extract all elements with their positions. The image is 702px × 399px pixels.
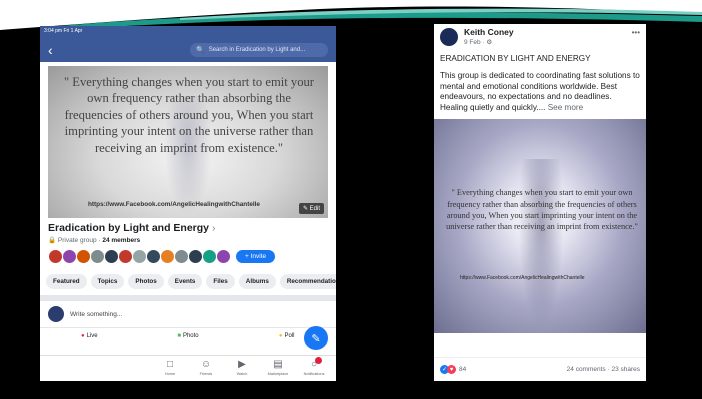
nav-notifications[interactable]: ○ Notifications bbox=[296, 356, 332, 381]
live-button[interactable]: ● Live bbox=[40, 333, 139, 339]
bell-icon: ○ bbox=[310, 357, 323, 370]
more-options-icon[interactable]: ••• bbox=[632, 28, 640, 37]
group-post-screenshot: Keith Coney 9 Feb · ⚙ ••• ERADICATION BY… bbox=[434, 24, 646, 381]
cover-quote: " Everything changes when you start to e… bbox=[64, 75, 314, 155]
invite-button[interactable]: + Invite bbox=[236, 250, 276, 263]
search-icon: 🔍 bbox=[196, 47, 205, 54]
group-info: Eradication by Light and Energy › 🔒 Priv… bbox=[40, 218, 336, 268]
group-name[interactable]: Eradication by Light and Energy › bbox=[48, 222, 328, 234]
post-title: ERADICATION BY LIGHT AND ENERGY bbox=[440, 54, 591, 63]
member-avatar[interactable] bbox=[48, 249, 63, 264]
friends-icon: ☺ bbox=[200, 359, 212, 370]
pencil-icon: ✎ bbox=[302, 206, 308, 212]
watch-icon: ▶ bbox=[238, 359, 246, 370]
tab-featured[interactable]: Featured bbox=[46, 274, 87, 289]
cover-url: https://www.Facebook.com/AngelicHealingw… bbox=[88, 201, 260, 208]
live-video-icon: ● bbox=[81, 332, 85, 339]
search-placeholder: Search in Eradication by Light and... bbox=[208, 47, 306, 53]
edit-cover-label: Edit bbox=[309, 206, 320, 212]
poll-label: Poll bbox=[284, 332, 295, 339]
back-arrow-icon[interactable]: ‹ bbox=[48, 42, 68, 58]
group-page-screenshot: 3:04 pm Fri 1 Apr ‹ 🔍 Search in Eradicat… bbox=[40, 26, 336, 381]
photo-icon: ■ bbox=[177, 332, 181, 339]
reactions[interactable]: ✓ ♥ 84 bbox=[440, 365, 466, 374]
tab-events[interactable]: Events bbox=[167, 274, 203, 289]
compose-fab-button[interactable]: ✎ bbox=[304, 326, 328, 350]
member-avatar[interactable] bbox=[76, 249, 91, 264]
nav-home[interactable]: □ Home bbox=[152, 356, 188, 381]
chevron-right-icon: › bbox=[211, 222, 216, 234]
member-avatar[interactable] bbox=[118, 249, 133, 264]
status-bar: 3:04 pm Fri 1 Apr bbox=[40, 26, 336, 38]
nav-watch-label: Watch bbox=[236, 372, 248, 376]
member-avatar[interactable] bbox=[216, 249, 231, 264]
member-avatars[interactable]: + Invite bbox=[48, 249, 328, 264]
post-header: Keith Coney 9 Feb · ⚙ ••• bbox=[434, 24, 646, 50]
compose-icon: ✎ bbox=[311, 332, 321, 345]
member-avatar[interactable] bbox=[174, 249, 189, 264]
member-avatar[interactable] bbox=[62, 249, 77, 264]
nav-friends-label: Friends bbox=[199, 372, 213, 376]
group-privacy: Private group bbox=[57, 237, 97, 244]
home-icon: □ bbox=[166, 359, 174, 370]
live-label: Live bbox=[86, 332, 98, 339]
edit-cover-button[interactable]: ✎ Edit bbox=[298, 203, 324, 214]
nav-watch[interactable]: ▶ Watch bbox=[224, 356, 260, 381]
member-avatar[interactable] bbox=[146, 249, 161, 264]
photo-label: Photo bbox=[182, 332, 199, 339]
tab-files[interactable]: Files bbox=[206, 274, 235, 289]
group-name-label: Eradication by Light and Energy bbox=[48, 222, 210, 234]
bottom-navigation: □ Home ☺ Friends ▶ Watch ▤ Marketplace ○ Noti… bbox=[40, 355, 336, 381]
post-author-block: Keith Coney 9 Feb · ⚙ bbox=[464, 28, 514, 47]
nav-marketplace-label: Marketplace bbox=[267, 372, 289, 376]
avatar[interactable] bbox=[440, 28, 458, 46]
tab-topics[interactable]: Topics bbox=[90, 274, 125, 289]
avatar bbox=[48, 306, 64, 322]
composer-actions: ● Live ■ Photo ● Poll bbox=[40, 327, 336, 343]
comments-shares-count[interactable]: 24 comments · 23 shares bbox=[567, 366, 640, 373]
post-footer: ✓ ♥ 84 24 comments · 23 shares bbox=[434, 357, 646, 381]
nav-notifications-label: Notifications bbox=[303, 372, 325, 376]
member-avatar[interactable] bbox=[160, 249, 175, 264]
photo-button[interactable]: ■ Photo bbox=[139, 333, 238, 339]
post-date[interactable]: 9 Feb · ⚙ bbox=[464, 38, 514, 46]
nav-friends[interactable]: ☺ Friends bbox=[188, 356, 224, 381]
nav-marketplace[interactable]: ▤ Marketplace bbox=[260, 356, 296, 381]
post-image[interactable]: " Everything changes when you start to e… bbox=[434, 119, 646, 334]
marketplace-icon: ▤ bbox=[273, 359, 283, 370]
member-avatar[interactable] bbox=[188, 249, 203, 264]
nav-home-label: Home bbox=[164, 372, 176, 376]
tab-photos[interactable]: Photos bbox=[128, 274, 164, 289]
group-meta: 🔒 Private group · 24 members bbox=[48, 237, 141, 244]
member-avatar[interactable] bbox=[202, 249, 217, 264]
tab-recommendations[interactable]: Recommendations bbox=[279, 274, 336, 289]
member-avatar[interactable] bbox=[90, 249, 105, 264]
member-avatar[interactable] bbox=[104, 249, 119, 264]
group-member-count: 24 members bbox=[102, 237, 141, 244]
group-tabs: Featured Topics Photos Events Files Albums Rec… bbox=[40, 268, 336, 295]
see-more-link[interactable]: See more bbox=[548, 103, 584, 112]
reaction-count: 84 bbox=[459, 366, 467, 373]
poll-icon: ● bbox=[278, 332, 283, 339]
image-quote: " Everything changes when you start to e… bbox=[446, 188, 638, 232]
image-figure bbox=[518, 159, 564, 330]
group-top-bar: ‹ 🔍 Search in Eradication by Light and..… bbox=[40, 38, 336, 62]
presentation-slide: 3:04 pm Fri 1 Apr ‹ 🔍 Search in Eradicat… bbox=[0, 0, 702, 399]
tab-albums[interactable]: Albums bbox=[238, 274, 276, 289]
image-url: https://www.Facebook.com/AngelicHealingw… bbox=[460, 275, 585, 282]
group-search-input[interactable]: 🔍 Search in Eradication by Light and... bbox=[190, 43, 328, 57]
post-author[interactable]: Keith Coney bbox=[464, 28, 514, 37]
composer-placeholder: Write something... bbox=[70, 310, 123, 318]
post-body-text: This group is dedicated to coordinating … bbox=[440, 71, 640, 112]
love-icon: ♥ bbox=[447, 365, 456, 374]
member-avatar[interactable] bbox=[132, 249, 147, 264]
lock-icon: 🔒 bbox=[48, 237, 57, 244]
post-body: This group is dedicated to coordinating … bbox=[434, 63, 646, 113]
post-composer[interactable]: Write something... bbox=[40, 301, 336, 327]
group-cover-photo[interactable]: " Everything changes when you start to e… bbox=[48, 66, 328, 218]
